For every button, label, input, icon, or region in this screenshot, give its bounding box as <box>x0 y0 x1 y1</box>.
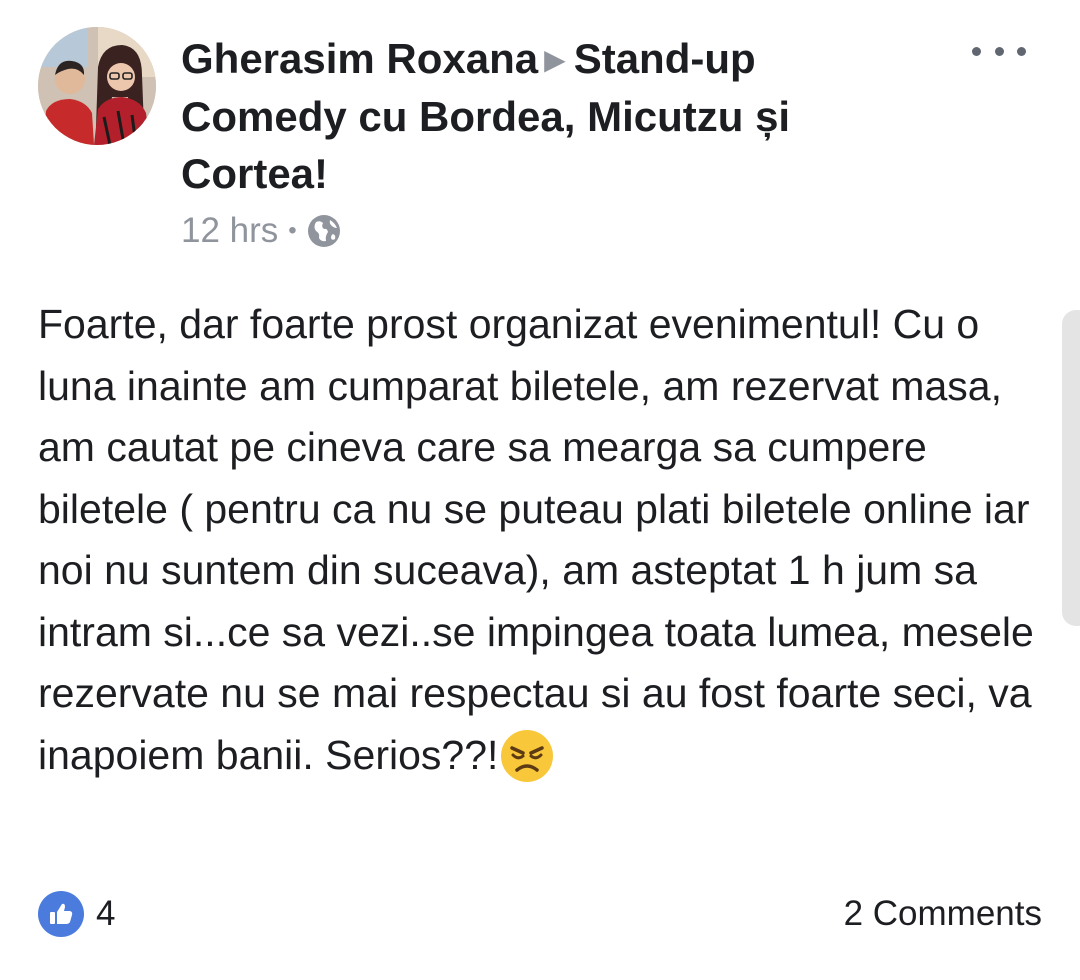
globe-icon <box>307 214 341 248</box>
author-avatar[interactable] <box>38 27 156 145</box>
arrow-right-icon: ▶ <box>544 44 566 75</box>
post-header: Gherasim Roxana ▶ Stand-up Comedy cu Borde… <box>181 30 901 202</box>
more-options-button[interactable] <box>972 34 1026 68</box>
reactions-summary[interactable]: 4 <box>38 890 115 938</box>
facebook-post: Gherasim Roxana ▶ Stand-up Comedy cu Borde… <box>0 0 1080 980</box>
author-name[interactable]: Gherasim Roxana <box>181 35 538 82</box>
post-timestamp[interactable]: 12 hrs <box>181 211 278 251</box>
more-dot-icon <box>1017 46 1026 56</box>
scrollbar[interactable] <box>1062 310 1080 626</box>
like-icon <box>38 891 84 937</box>
comments-link[interactable]: 2 Comments <box>844 890 1042 938</box>
post-body-text: Foarte, dar foarte prost organizat eveni… <box>38 301 1034 778</box>
more-dot-icon <box>972 46 981 56</box>
meta-separator: • <box>288 217 297 244</box>
post-meta: 12 hrs • <box>181 208 341 254</box>
angry-face-emoji <box>500 729 554 783</box>
post-body: Foarte, dar foarte prost organizat eveni… <box>38 294 1038 786</box>
more-dot-icon <box>994 46 1004 56</box>
like-count: 4 <box>96 894 116 933</box>
